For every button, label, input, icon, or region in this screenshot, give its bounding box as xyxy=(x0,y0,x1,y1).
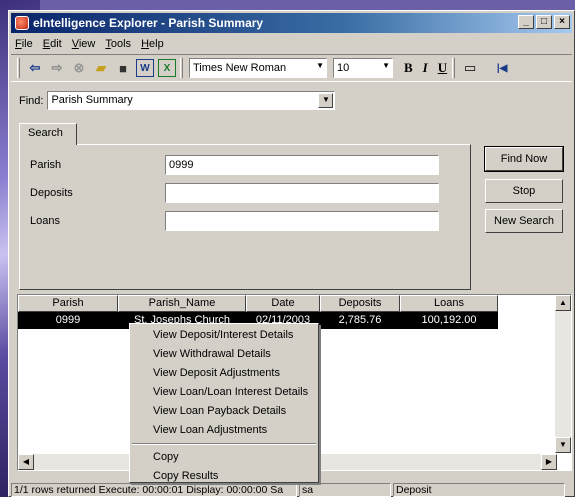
column-date[interactable]: Date xyxy=(246,295,320,312)
window-title: eIntelligence Explorer - Parish Summary xyxy=(33,16,264,30)
find-combo[interactable]: Parish Summary ▼ xyxy=(47,91,336,110)
font-size: 10 xyxy=(337,62,350,74)
stop-icon[interactable]: ⊗ xyxy=(70,59,88,77)
menu-separator xyxy=(132,443,316,445)
toolbar-grip-3[interactable] xyxy=(452,58,456,78)
stop-button[interactable]: Stop xyxy=(485,179,563,203)
find-label: Find: xyxy=(19,94,44,107)
loans-label: Loans xyxy=(30,215,60,227)
loans-input[interactable] xyxy=(165,211,439,231)
menu-help[interactable]: Help xyxy=(141,38,164,50)
find-row: Find: Parish Summary ▼ xyxy=(19,91,336,110)
deposits-label: Deposits xyxy=(30,187,73,199)
underline-button[interactable]: U xyxy=(438,60,447,76)
menu-item-copy[interactable]: Copy xyxy=(130,448,318,467)
word-icon[interactable]: W xyxy=(136,59,154,77)
scroll-up-icon[interactable]: ▲ xyxy=(555,295,571,311)
cell-deposits: 2,785.76 xyxy=(338,314,382,326)
menu-tools[interactable]: Tools xyxy=(105,38,131,50)
new-document-icon[interactable]: ▭ xyxy=(461,59,479,77)
app-icon[interactable] xyxy=(15,16,29,30)
column-deposits[interactable]: Deposits xyxy=(320,295,400,312)
parish-input[interactable]: 0999 xyxy=(165,155,439,175)
open-folder-icon[interactable]: ▰ xyxy=(92,59,110,77)
font-name: Times New Roman xyxy=(193,62,287,74)
cell-parish: 0999 xyxy=(55,314,81,326)
excel-icon[interactable]: X xyxy=(158,59,176,77)
grid-header: Parish Parish_Name Date Deposits Loans xyxy=(18,295,498,312)
parish-label: Parish xyxy=(30,159,62,171)
search-panel: Parish 0999 Deposits Loans xyxy=(19,144,471,290)
font-size-combo[interactable]: 10 ▼ xyxy=(333,58,393,78)
scroll-left-icon[interactable]: ◀ xyxy=(18,454,34,470)
back-arrow-icon[interactable]: ⇦ xyxy=(26,59,44,77)
chevron-down-icon[interactable]: ▼ xyxy=(316,61,324,70)
context-menu: View Deposit/Interest Details View Withd… xyxy=(129,323,319,483)
toolbar: ⇦ ⇨ ⊗ ▰ ■ W X Times New Roman ▼ 10 ▼ B I… xyxy=(11,54,572,82)
column-parish-name[interactable]: Parish_Name xyxy=(118,295,246,312)
menu-item-view-loan-interest[interactable]: View Loan/Loan Interest Details xyxy=(130,383,318,402)
forward-arrow-icon[interactable]: ⇨ xyxy=(48,59,66,77)
find-now-button[interactable]: Find Now xyxy=(484,146,564,172)
deposits-input[interactable] xyxy=(165,183,439,203)
save-icon[interactable]: ■ xyxy=(114,59,132,77)
menu-item-view-withdrawal[interactable]: View Withdrawal Details xyxy=(130,345,318,364)
vertical-scrollbar[interactable]: ▲ ▼ xyxy=(555,295,571,453)
first-record-icon[interactable]: |◀ xyxy=(493,59,511,77)
minimize-button[interactable]: _ xyxy=(518,15,534,29)
menu-item-view-loan-adjustments[interactable]: View Loan Adjustments xyxy=(130,421,318,440)
chevron-down-icon[interactable]: ▼ xyxy=(382,61,390,70)
toolbar-grip[interactable] xyxy=(17,58,20,78)
bold-button[interactable]: B xyxy=(404,60,413,76)
close-button[interactable]: × xyxy=(554,15,570,29)
find-value: Parish Summary xyxy=(51,94,133,106)
menu-item-view-deposit-adjustments[interactable]: View Deposit Adjustments xyxy=(130,364,318,383)
column-loans[interactable]: Loans xyxy=(400,295,498,312)
maximize-button[interactable]: □ xyxy=(536,15,552,29)
tab-search[interactable]: Search xyxy=(19,123,77,145)
status-mode: Deposit xyxy=(393,483,565,497)
italic-button[interactable]: I xyxy=(423,60,428,76)
chevron-down-icon[interactable]: ▼ xyxy=(318,93,334,108)
scroll-right-icon[interactable]: ▶ xyxy=(541,454,557,470)
toolbar-grip-2[interactable] xyxy=(180,58,183,78)
menu-edit[interactable]: Edit xyxy=(43,38,62,50)
menu-item-view-deposit-interest[interactable]: View Deposit/Interest Details xyxy=(130,326,318,345)
menu-file[interactable]: File xyxy=(15,38,33,50)
menu-bar: File Edit View Tools Help xyxy=(11,35,572,53)
font-combo[interactable]: Times New Roman ▼ xyxy=(189,58,327,78)
title-bar[interactable]: eIntelligence Explorer - Parish Summary … xyxy=(11,13,572,33)
menu-view[interactable]: View xyxy=(72,38,96,50)
column-parish[interactable]: Parish xyxy=(18,295,118,312)
menu-item-copy-results[interactable]: Copy Results xyxy=(130,467,318,486)
menu-item-view-loan-payback[interactable]: View Loan Payback Details xyxy=(130,402,318,421)
cell-loans: 100,192.00 xyxy=(421,314,477,326)
scroll-down-icon[interactable]: ▼ xyxy=(555,437,571,453)
new-search-button[interactable]: New Search xyxy=(485,209,563,233)
